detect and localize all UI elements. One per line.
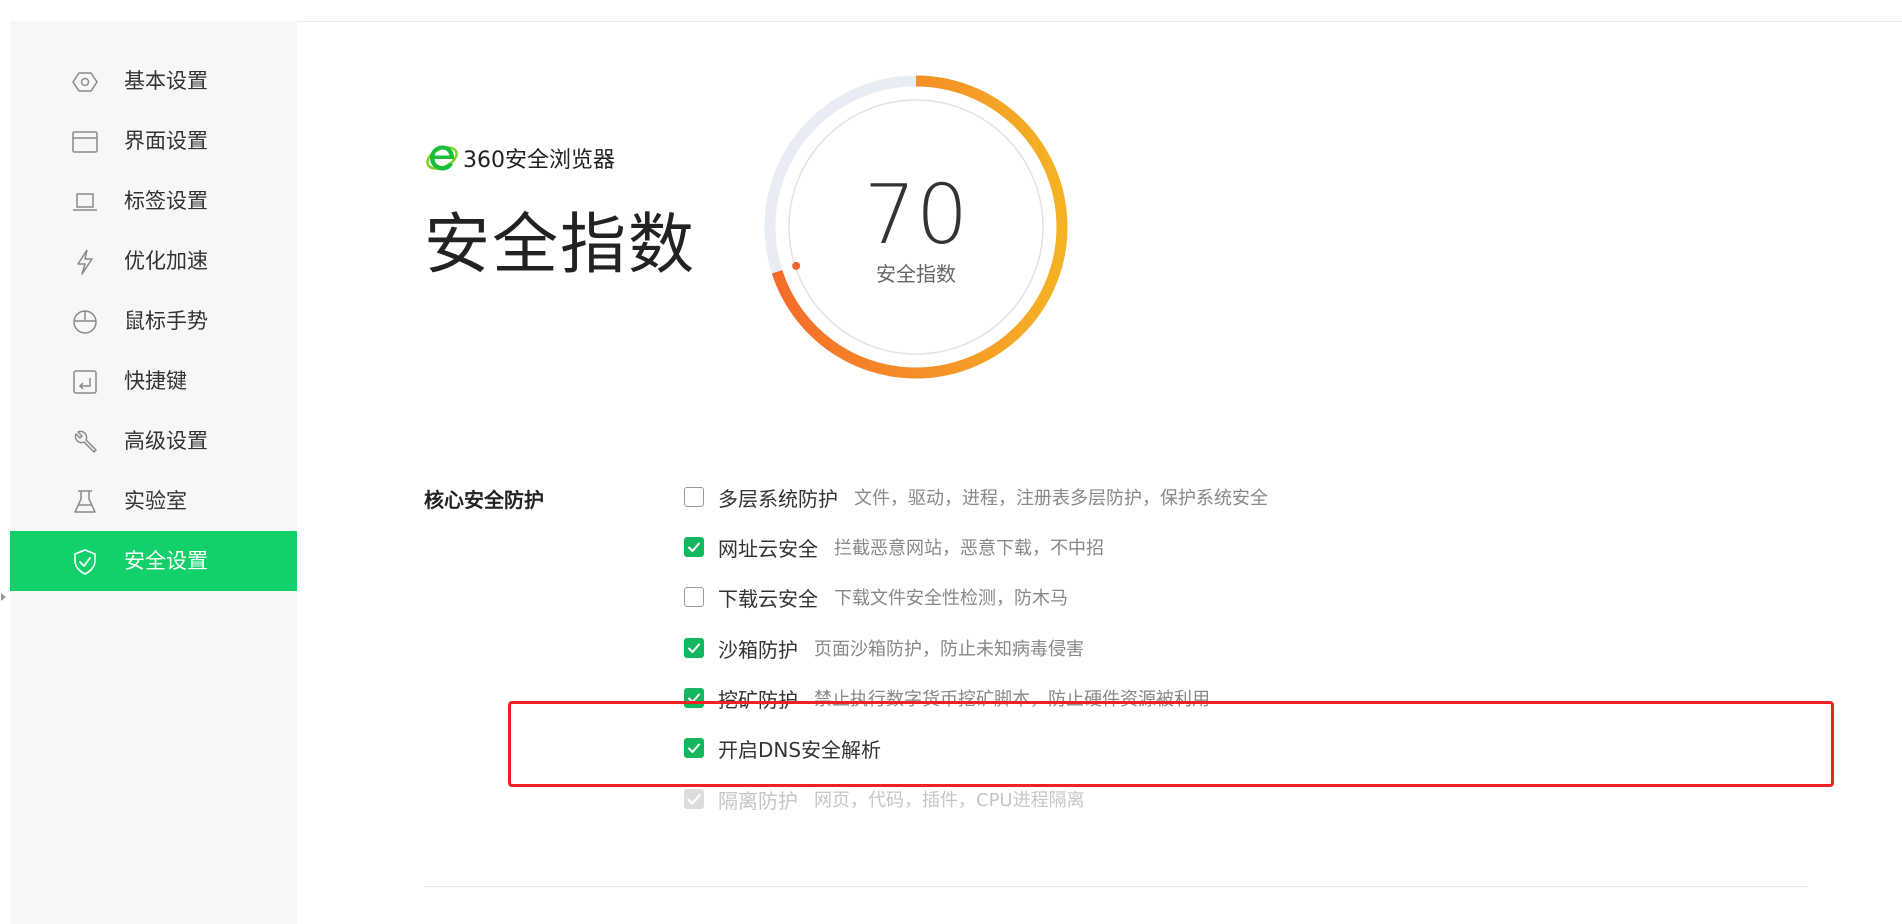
laptop-icon: [72, 189, 98, 215]
dns-option-highlight-box: [508, 701, 1834, 787]
sidebar-item-label: 优化加速: [124, 249, 208, 273]
sidebar-item-label: 快捷键: [124, 369, 187, 393]
option-isolation-protection: 隔离防护 网页，代码，插件，CPU进程隔离: [684, 784, 1085, 814]
option-name: 多层系统防护: [718, 486, 838, 511]
isolation-protection-checkbox: [684, 789, 704, 809]
sidebar-item-ui-settings[interactable]: 界面设置: [10, 111, 297, 171]
security-score-value: 70: [863, 168, 969, 263]
collapse-arrow-icon[interactable]: [1, 593, 6, 601]
hexagon-icon: [72, 69, 98, 95]
sidebar-item-label: 界面设置: [124, 129, 208, 153]
sidebar-item-label: 鼠标手势: [124, 309, 208, 333]
option-name: 网址云安全: [718, 536, 818, 561]
option-desc: 页面沙箱防护，防止未知病毒侵害: [814, 639, 1084, 660]
flask-icon: [72, 489, 98, 515]
brand-name: 360安全浏览器: [463, 148, 615, 173]
page-title: 安全指数: [424, 206, 696, 283]
option-sandbox-protection[interactable]: 沙箱防护 页面沙箱防护，防止未知病毒侵害: [684, 633, 1084, 663]
multilayer-protection-checkbox[interactable]: [684, 487, 704, 507]
url-cloud-security-checkbox[interactable]: [684, 537, 704, 557]
brand: 360安全浏览器: [425, 140, 615, 176]
option-name: 隔离防护: [718, 788, 798, 813]
sidebar-item-security[interactable]: 安全设置: [10, 531, 297, 591]
download-cloud-security-checkbox[interactable]: [684, 587, 704, 607]
sidebar-item-label: 高级设置: [124, 429, 208, 453]
keyboard-enter-icon: [72, 369, 98, 395]
sidebar-item-label: 实验室: [124, 489, 187, 513]
browser-logo-icon: [425, 141, 459, 175]
window-icon: [72, 129, 98, 155]
sidebar-item-shortcuts[interactable]: 快捷键: [10, 351, 297, 411]
option-desc: 拦截恶意网站，恶意下载，不中招: [834, 538, 1104, 559]
section-divider: [424, 886, 1808, 887]
sidebar-item-label: 基本设置: [124, 69, 208, 93]
sidebar-item-advanced[interactable]: 高级设置: [10, 411, 297, 471]
sandbox-protection-checkbox[interactable]: [684, 638, 704, 658]
option-desc: 文件，驱动，进程，注册表多层防护，保护系统安全: [854, 488, 1268, 509]
sidebar-item-mouse-gestures[interactable]: 鼠标手势: [10, 291, 297, 351]
sidebar-item-basic-settings[interactable]: 基本设置: [10, 51, 297, 111]
core-security-section-label: 核心安全防护: [424, 488, 544, 512]
security-score-label: 安全指数: [876, 262, 956, 286]
lightning-icon: [72, 249, 98, 275]
settings-sidebar: 基本设置 界面设置 标签设置 优化加速 鼠标手势 快捷键 高级设置 实验室 安全…: [10, 21, 297, 924]
sidebar-item-label: 安全设置: [124, 549, 208, 573]
option-desc: 网页，代码，插件，CPU进程隔离: [814, 790, 1085, 811]
option-name: 沙箱防护: [718, 637, 798, 662]
option-url-cloud-security[interactable]: 网址云安全 拦截恶意网站，恶意下载，不中招: [684, 532, 1104, 562]
sidebar-item-tab-settings[interactable]: 标签设置: [10, 171, 297, 231]
sidebar-item-optimize[interactable]: 优化加速: [10, 231, 297, 291]
sidebar-item-label: 标签设置: [124, 189, 208, 213]
wrench-icon: [72, 429, 98, 455]
top-bar: [0, 0, 1902, 22]
sidebar-item-lab[interactable]: 实验室: [10, 471, 297, 531]
option-desc: 下载文件安全性检测，防木马: [834, 588, 1068, 609]
shield-check-icon: [72, 549, 98, 575]
mouse-icon: [72, 309, 98, 335]
option-download-cloud-security[interactable]: 下载云安全 下载文件安全性检测，防木马: [684, 582, 1068, 612]
option-multilayer-protection[interactable]: 多层系统防护 文件，驱动，进程，注册表多层防护，保护系统安全: [684, 482, 1268, 512]
option-name: 下载云安全: [718, 586, 818, 611]
